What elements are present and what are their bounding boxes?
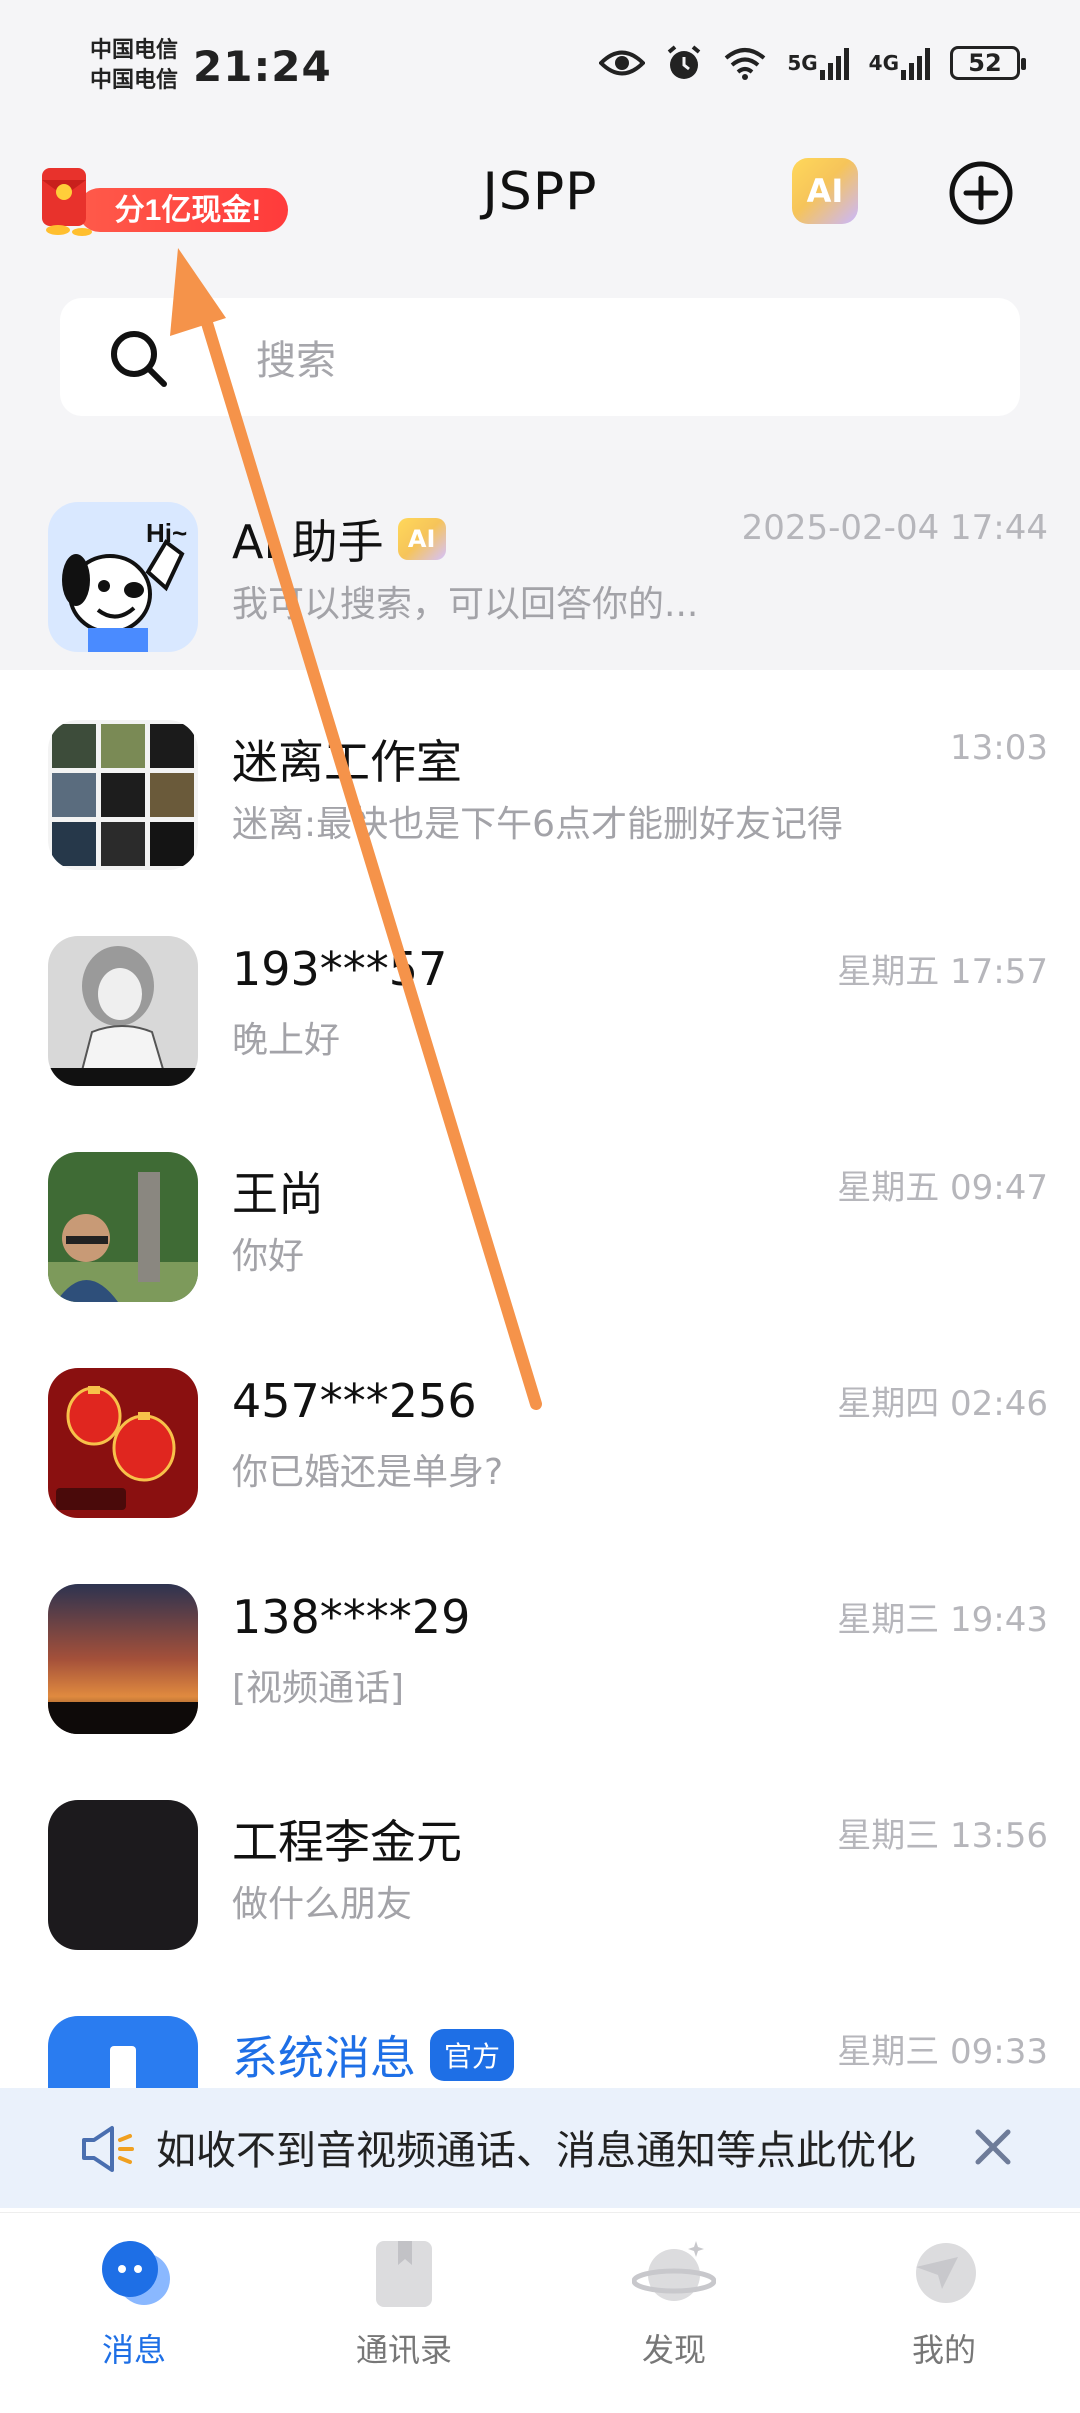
alarm-icon <box>665 44 703 82</box>
wifi-icon <box>723 46 767 80</box>
tab-messages[interactable]: 消息 <box>34 2231 234 2371</box>
message-preview: 迷离:最快也是下午6点才能删好友记得 <box>232 804 844 845</box>
ai-button[interactable]: AI <box>792 158 858 224</box>
avatar: Hi~ <box>48 502 198 652</box>
avatar <box>48 936 198 1086</box>
avatar <box>48 720 198 870</box>
eye-icon <box>599 48 646 78</box>
profile-icon <box>916 2243 976 2303</box>
signal-5g-icon: 5G <box>787 46 849 80</box>
carrier-2: 中国电信 <box>90 68 179 93</box>
conversation-row-ai-assistant[interactable]: Hi~ AI 助手 AI 我可以搜索，可以回答你的... 2025-02-04 … <box>0 450 1080 670</box>
avatar <box>48 1152 198 1302</box>
message-time: 星期三 13:56 <box>837 1816 1048 1856</box>
network-4g-label: 4G <box>868 51 899 75</box>
notification-optimize-banner[interactable]: 如收不到音视频通话、消息通知等点此优化 <box>0 2088 1080 2208</box>
message-preview: 晚上好 <box>232 1020 341 1061</box>
carrier-labels: 中国电信 中国电信 <box>90 36 178 96</box>
top-header: 分1亿现金! JSPP AI <box>0 130 1080 280</box>
tab-label: 发现 <box>641 2331 706 2369</box>
avatar <box>48 1368 198 1518</box>
tab-discover[interactable]: 发现 <box>574 2231 774 2371</box>
chat-bubble-icon <box>102 2241 170 2305</box>
message-time: 2025-02-04 17:44 <box>741 508 1048 548</box>
message-time: 星期三 19:43 <box>837 1600 1048 1640</box>
conversation-row[interactable]: 工程李金元 做什么朋友 星期三 13:56 <box>0 1750 1080 1966</box>
contact-name: 系统消息 官方 <box>232 2022 515 2088</box>
message-preview: [视频通话] <box>232 1668 405 1709</box>
megaphone-icon <box>82 2126 134 2172</box>
search-input[interactable]: 搜索 <box>60 298 1020 416</box>
svg-text:Hi~: Hi~ <box>146 518 187 548</box>
contact-name: 457***256 <box>232 1374 477 1428</box>
app-title: JSPP <box>482 162 598 222</box>
contact-name: 工程李金元 <box>232 1815 462 1869</box>
tab-contacts[interactable]: 通讯录 <box>304 2231 504 2371</box>
message-preview: 做什么朋友 <box>232 1884 413 1925</box>
planet-icon <box>632 2241 716 2301</box>
search-placeholder: 搜索 <box>256 338 336 384</box>
tab-label: 消息 <box>101 2331 166 2369</box>
avatar <box>48 1800 198 1950</box>
message-time: 13:03 <box>950 728 1048 768</box>
conversation-row[interactable]: 迷离工作室 迷离:最快也是下午6点才能删好友记得 13:03 <box>0 670 1080 886</box>
status-icons: 5G 4G 52 <box>599 44 1026 82</box>
message-time: 星期五 17:57 <box>837 952 1048 992</box>
contact-name-text: 系统消息 <box>232 2031 416 2085</box>
message-preview: 你好 <box>232 1236 305 1277</box>
conversation-row[interactable]: 王尚 你好 星期五 09:47 <box>0 1102 1080 1318</box>
message-time: 星期三 09:33 <box>837 2032 1048 2072</box>
conversation-row[interactable]: 457***256 你已婚还是单身? 星期四 02:46 <box>0 1318 1080 1534</box>
avatar <box>48 1584 198 1734</box>
search-icon <box>111 331 167 387</box>
bottom-tab-bar: 消息 通讯录 发现 我的 <box>0 2212 1080 2413</box>
contact-name: 迷离工作室 <box>232 735 462 789</box>
message-preview: 我可以搜索，可以回答你的... <box>232 584 699 625</box>
tab-me[interactable]: 我的 <box>844 2231 1044 2371</box>
conversation-list: Hi~ AI 助手 AI 我可以搜索，可以回答你的... 2025-02-04 … <box>0 450 1080 2182</box>
message-time: 星期五 09:47 <box>837 1168 1048 1208</box>
conversation-row[interactable]: 138****29 [视频通话] 星期三 19:43 <box>0 1534 1080 1750</box>
banner-text: 如收不到音视频通话、消息通知等点此优化 <box>156 2128 916 2174</box>
contact-name-text: AI 助手 <box>232 515 384 569</box>
ai-badge: AI <box>397 518 446 560</box>
signal-4g-icon: 4G <box>869 46 930 80</box>
contact-name: 138****29 <box>232 1590 471 1644</box>
search-area: 搜索 <box>0 280 1080 450</box>
address-book-icon <box>376 2241 432 2307</box>
conversation-row[interactable]: 193***57 晚上好 星期五 17:57 <box>0 886 1080 1102</box>
tab-label: 我的 <box>911 2331 976 2369</box>
contact-name: 193***57 <box>232 942 448 996</box>
tab-label: 通讯录 <box>355 2331 452 2369</box>
network-5g-label: 5G <box>787 51 818 75</box>
official-badge: 官方 <box>430 2029 515 2081</box>
message-preview: 你已婚还是单身? <box>232 1452 504 1493</box>
battery-icon: 52 <box>950 46 1026 80</box>
message-time: 星期四 02:46 <box>837 1384 1048 1424</box>
carrier-1: 中国电信 <box>90 38 179 63</box>
close-icon[interactable] <box>968 2122 1018 2172</box>
status-bar: 中国电信 中国电信 21:24 5G 4G 52 <box>0 0 1080 130</box>
contact-name: 王尚 <box>232 1167 324 1221</box>
status-time: 21:24 <box>193 42 332 91</box>
contact-name: AI 助手 AI <box>232 506 446 572</box>
add-circle-icon[interactable] <box>948 160 1014 226</box>
